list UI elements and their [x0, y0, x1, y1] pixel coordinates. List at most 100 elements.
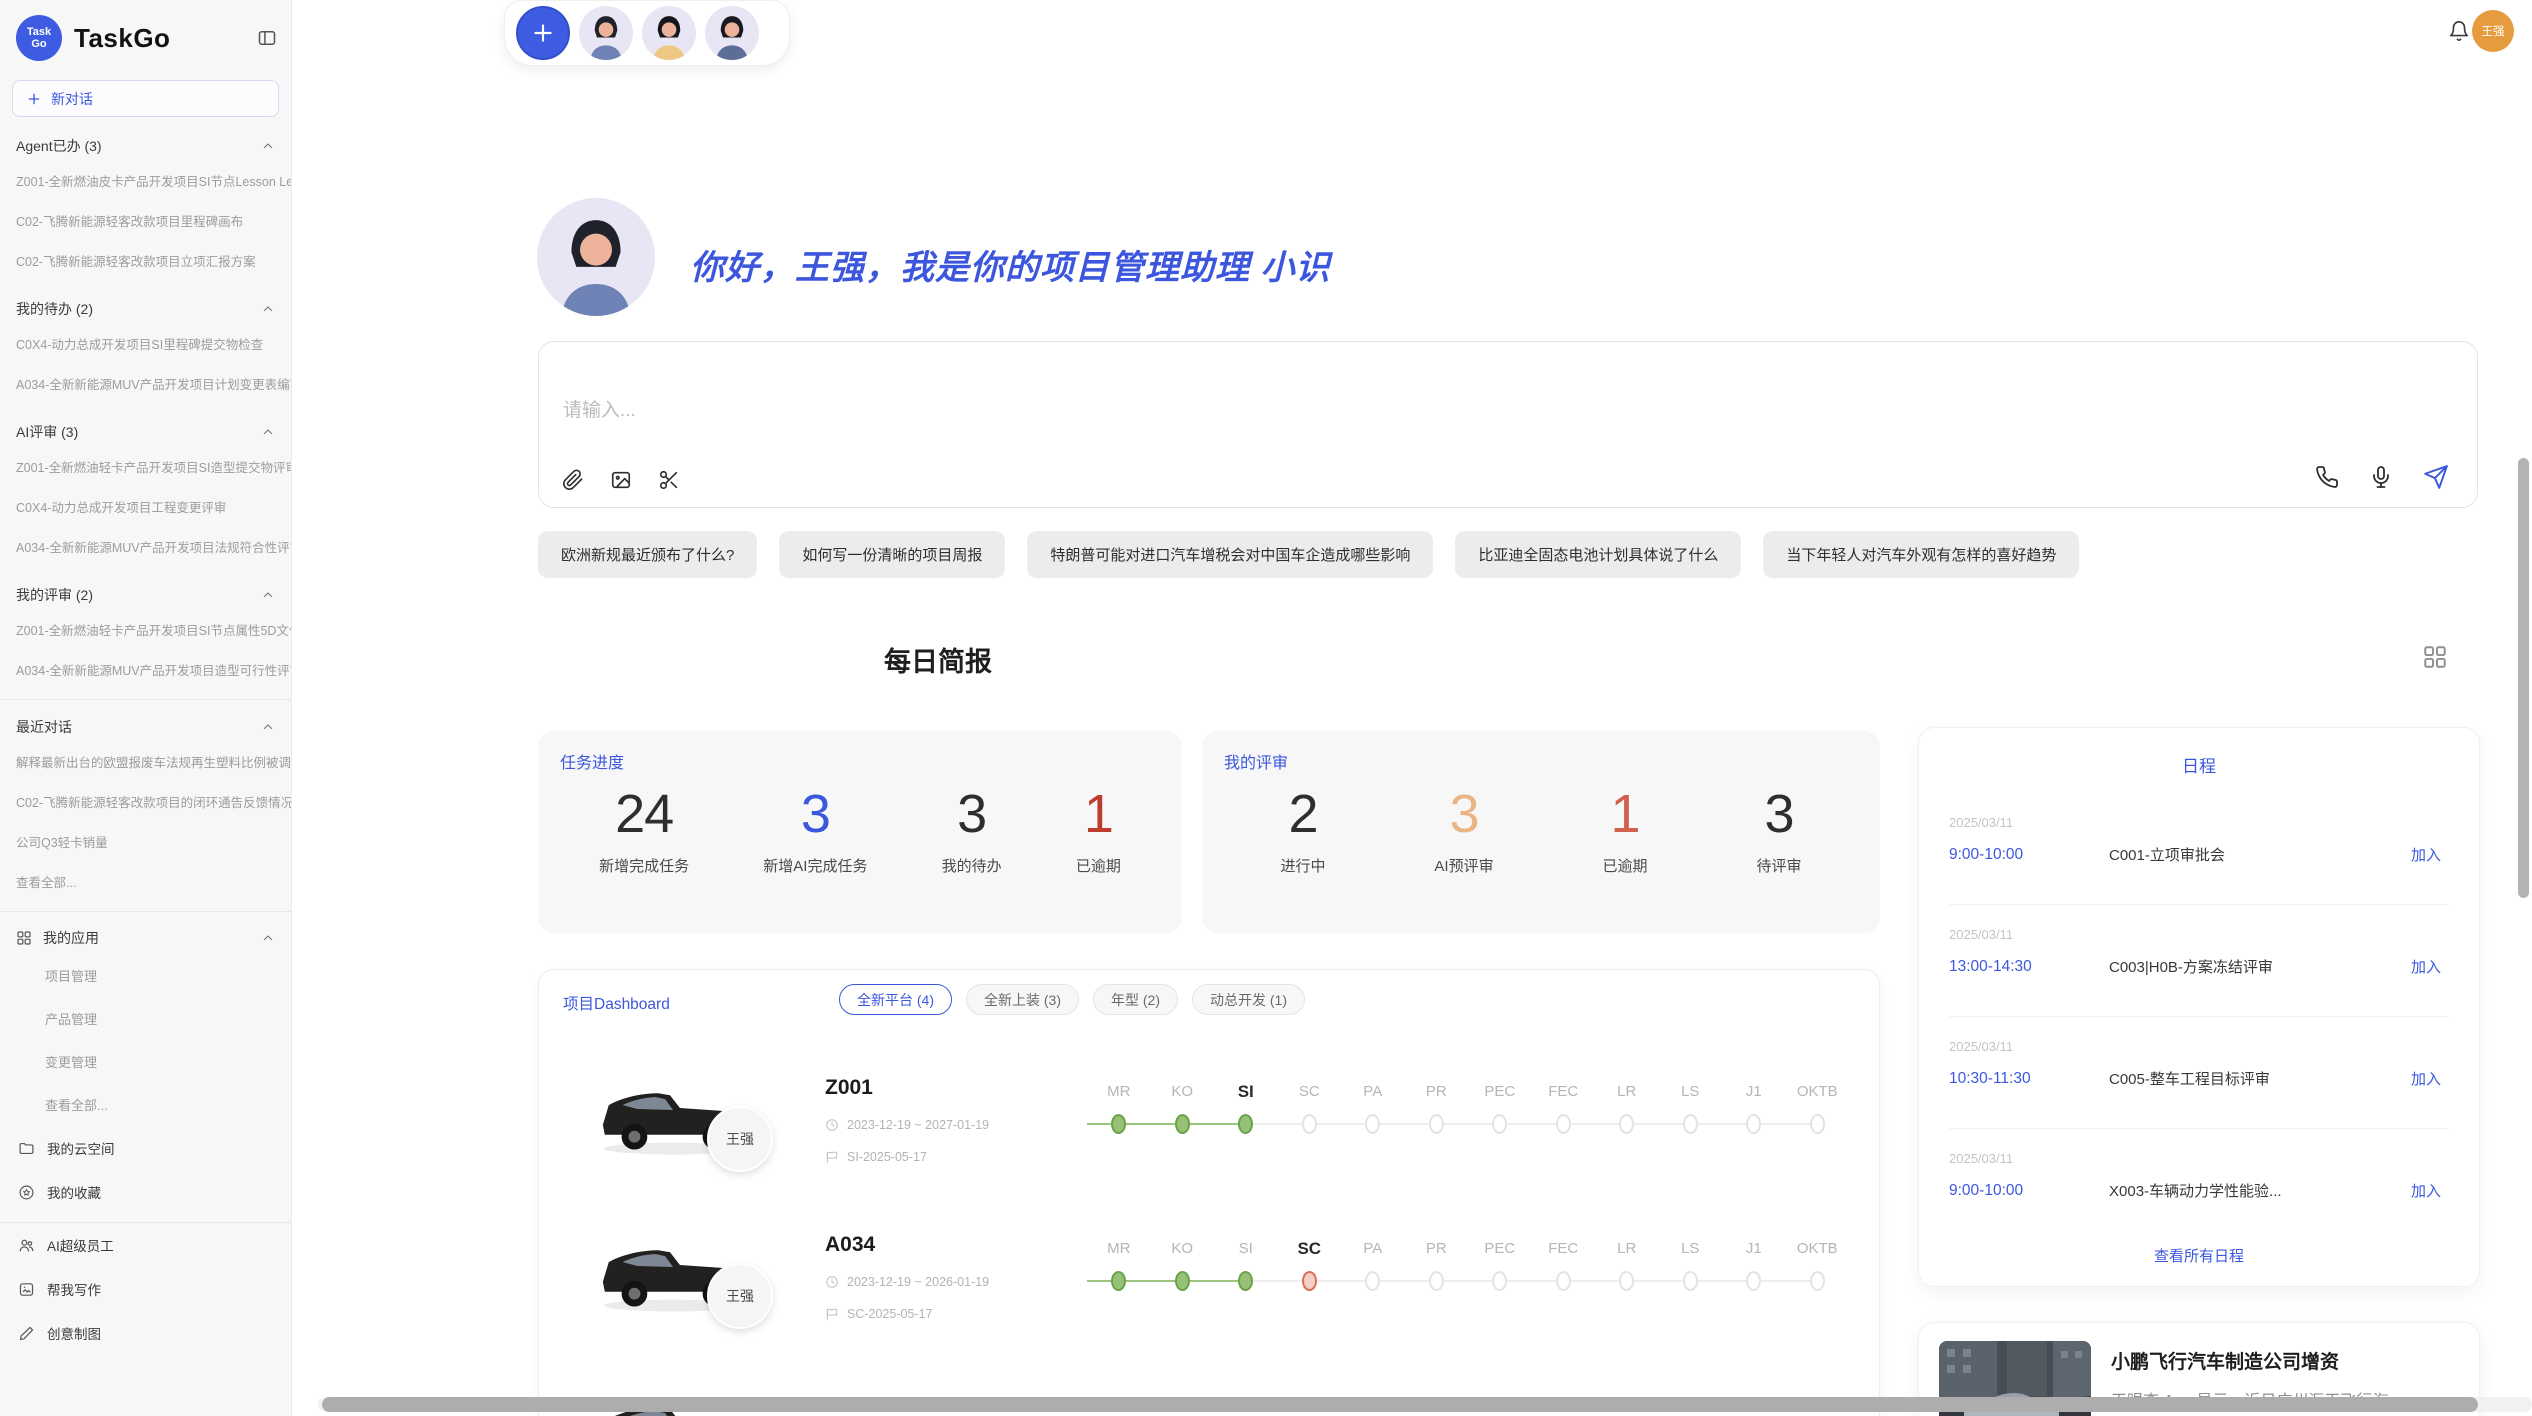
milestone[interactable]: PA [1341, 1239, 1405, 1291]
milestone[interactable]: PA [1341, 1082, 1405, 1134]
recent-chat-item[interactable]: 解释最新出台的欧盟报废车法规再生塑料比例被调至15%... [0, 743, 291, 783]
project-row[interactable]: 王强 A034 2023-12-19 ~ 2026-01-19 SC-2025-… [539, 1205, 1879, 1362]
app-item-product-mgmt[interactable]: 产品管理 [0, 997, 291, 1040]
section-header-my-review[interactable]: 我的评审 (2) [0, 568, 291, 611]
section-header-my-todo[interactable]: 我的待办 (2) [0, 282, 291, 325]
milestone[interactable]: J1 [1722, 1239, 1786, 1291]
section-header-recent-chats[interactable]: 最近对话 [0, 700, 291, 743]
view-all-schedule-link[interactable]: 查看所有日程 [1919, 1245, 2479, 1266]
suggestion-chip[interactable]: 比亚迪全固态电池计划具体说了什么 [1455, 531, 1741, 578]
sidebar-item-my-apps[interactable]: 我的应用 [0, 912, 291, 954]
user-avatar[interactable]: 王强 [2472, 10, 2514, 52]
sidebar-collapse-icon[interactable] [257, 28, 277, 48]
chevron-up-icon[interactable] [261, 302, 275, 316]
suggestion-chip[interactable]: 特朗普可能对进口汽车增税会对中国车企造成哪些影响 [1027, 531, 1433, 578]
milestone[interactable]: PEC [1468, 1082, 1532, 1134]
section-header-agent-done[interactable]: Agent已办 (3) [0, 119, 291, 162]
milestone[interactable]: LR [1595, 1082, 1659, 1134]
stat-review-overdue[interactable]: 1 已逾期 [1603, 783, 1648, 876]
milestone[interactable]: OKTB [1786, 1239, 1850, 1291]
milestone[interactable]: MR [1087, 1082, 1151, 1134]
chevron-up-icon[interactable] [261, 425, 275, 439]
chevron-up-icon[interactable] [261, 931, 275, 945]
briefing-layout-icon[interactable] [2422, 644, 2448, 670]
stat-new-ai-done-tasks[interactable]: 3 新增AI完成任务 [763, 783, 867, 876]
join-button[interactable]: 加入 [2411, 844, 2449, 865]
milestone[interactable]: SC [1278, 1239, 1342, 1291]
section-header-ai-review[interactable]: AI评审 (3) [0, 405, 291, 448]
attachment-icon[interactable] [562, 469, 584, 491]
milestone[interactable]: FEC [1532, 1239, 1596, 1291]
sidebar-item[interactable]: A034-全新新能源MUV产品开发项目计划变更表编写 [0, 365, 291, 405]
recent-chat-item-view-all[interactable]: 查看全部... [0, 863, 291, 903]
milestone[interactable]: J1 [1722, 1082, 1786, 1134]
recent-chat-item[interactable]: C02-飞腾新能源轻客改款项目的闭环通告反馈情况 [0, 783, 291, 823]
sidebar-item[interactable]: Z001-全新燃油轻卡产品开发项目SI节点属性5D文件评审 [0, 611, 291, 651]
sidebar-item[interactable]: C0X4-动力总成开发项目工程变更评审 [0, 488, 291, 528]
join-button[interactable]: 加入 [2411, 956, 2449, 977]
app-item-change-mgmt[interactable]: 变更管理 [0, 1040, 291, 1083]
sidebar-item[interactable]: C0X4-动力总成开发项目SI里程碑提交物检查 [0, 325, 291, 365]
vertical-scrollbar[interactable] [2518, 458, 2529, 898]
sidebar-item-cloud-space[interactable]: 我的云空间 [0, 1126, 291, 1170]
stat-in-progress[interactable]: 2 进行中 [1280, 783, 1325, 876]
milestone[interactable]: OKTB [1786, 1082, 1850, 1134]
agent-avatar[interactable] [579, 6, 633, 60]
sidebar-item[interactable]: Z001-全新燃油轻卡产品开发项目SI造型提交物评审 [0, 448, 291, 488]
agent-avatar[interactable] [642, 6, 696, 60]
join-button[interactable]: 加入 [2411, 1068, 2449, 1089]
recent-chat-item[interactable]: 公司Q3轻卡销量 [0, 823, 291, 863]
screenshot-scissors-icon[interactable] [658, 469, 680, 491]
suggestion-chip[interactable]: 当下年轻人对汽车外观有怎样的喜好趋势 [1763, 531, 2079, 578]
stat-my-todo[interactable]: 3 我的待办 [942, 783, 1002, 876]
tab-new-platform[interactable]: 全新平台 (4) [839, 984, 952, 1015]
sidebar-item-ai-super-staff[interactable]: AI超级员工 [0, 1223, 291, 1267]
milestone[interactable]: SI [1214, 1082, 1278, 1134]
milestone[interactable]: KO [1151, 1239, 1215, 1291]
stat-ai-pre-review[interactable]: 3 AI预评审 [1434, 783, 1493, 876]
send-icon[interactable] [2423, 464, 2449, 490]
add-agent-button[interactable] [516, 6, 570, 60]
milestone[interactable]: LS [1659, 1239, 1723, 1291]
sidebar-item[interactable]: C02-飞腾新能源轻客改款项目里程碑画布 [0, 202, 291, 242]
sidebar-item[interactable]: C02-飞腾新能源轻客改款项目立项汇报方案 [0, 242, 291, 282]
new-chat-button[interactable]: 新对话 [12, 80, 279, 117]
sidebar-item[interactable]: A034-全新新能源MUV产品开发项目法规符合性评审 [0, 528, 291, 568]
horizontal-scrollbar[interactable] [322, 1397, 2478, 1412]
milestone[interactable]: PR [1405, 1239, 1469, 1291]
suggestion-chip[interactable]: 如何写一份清晰的项目周报 [779, 531, 1005, 578]
app-item-view-all[interactable]: 查看全部... [0, 1083, 291, 1126]
milestone[interactable]: FEC [1532, 1082, 1596, 1134]
milestone[interactable]: KO [1151, 1082, 1215, 1134]
milestone[interactable]: SC [1278, 1082, 1342, 1134]
image-upload-icon[interactable] [610, 469, 632, 491]
voice-call-icon[interactable] [2315, 465, 2339, 489]
suggestion-chip[interactable]: 欧洲新规最近颁布了什么? [538, 531, 757, 578]
milestone[interactable]: PR [1405, 1082, 1469, 1134]
chevron-up-icon[interactable] [261, 588, 275, 602]
agent-avatar[interactable] [705, 6, 759, 60]
stat-pending-review[interactable]: 3 待评审 [1757, 783, 1802, 876]
stat-new-done-tasks[interactable]: 24 新增完成任务 [599, 783, 689, 876]
app-item-project-mgmt[interactable]: 项目管理 [0, 954, 291, 997]
milestone[interactable]: PEC [1468, 1239, 1532, 1291]
chevron-up-icon[interactable] [261, 720, 275, 734]
milestone[interactable]: SI [1214, 1239, 1278, 1291]
sidebar-item-help-me-write[interactable]: 帮我写作 [0, 1267, 291, 1311]
sidebar-item[interactable]: Z001-全新燃油皮卡产品开发项目SI节点Lesson Learn报告 [0, 162, 291, 202]
notification-bell-icon[interactable] [2448, 20, 2470, 42]
stat-overdue[interactable]: 1 已逾期 [1076, 783, 1121, 876]
chevron-up-icon[interactable] [261, 139, 275, 153]
sidebar-item-favorites[interactable]: 我的收藏 [0, 1170, 291, 1214]
milestone[interactable]: LS [1659, 1082, 1723, 1134]
project-row[interactable]: 王强 Z001 2023-12-19 ~ 2027-01-19 SI-2025-… [539, 1048, 1879, 1205]
join-button[interactable]: 加入 [2411, 1180, 2449, 1201]
microphone-icon[interactable] [2369, 465, 2393, 489]
sidebar-item[interactable]: A034-全新新能源MUV产品开发项目造型可行性评审 [0, 651, 291, 691]
tab-new-body[interactable]: 全新上装 (3) [966, 984, 1079, 1015]
tab-powertrain[interactable]: 动总开发 (1) [1192, 984, 1305, 1015]
chat-input[interactable] [563, 400, 2063, 422]
tab-model-year[interactable]: 年型 (2) [1093, 984, 1178, 1015]
milestone[interactable]: MR [1087, 1239, 1151, 1291]
milestone[interactable]: LR [1595, 1239, 1659, 1291]
